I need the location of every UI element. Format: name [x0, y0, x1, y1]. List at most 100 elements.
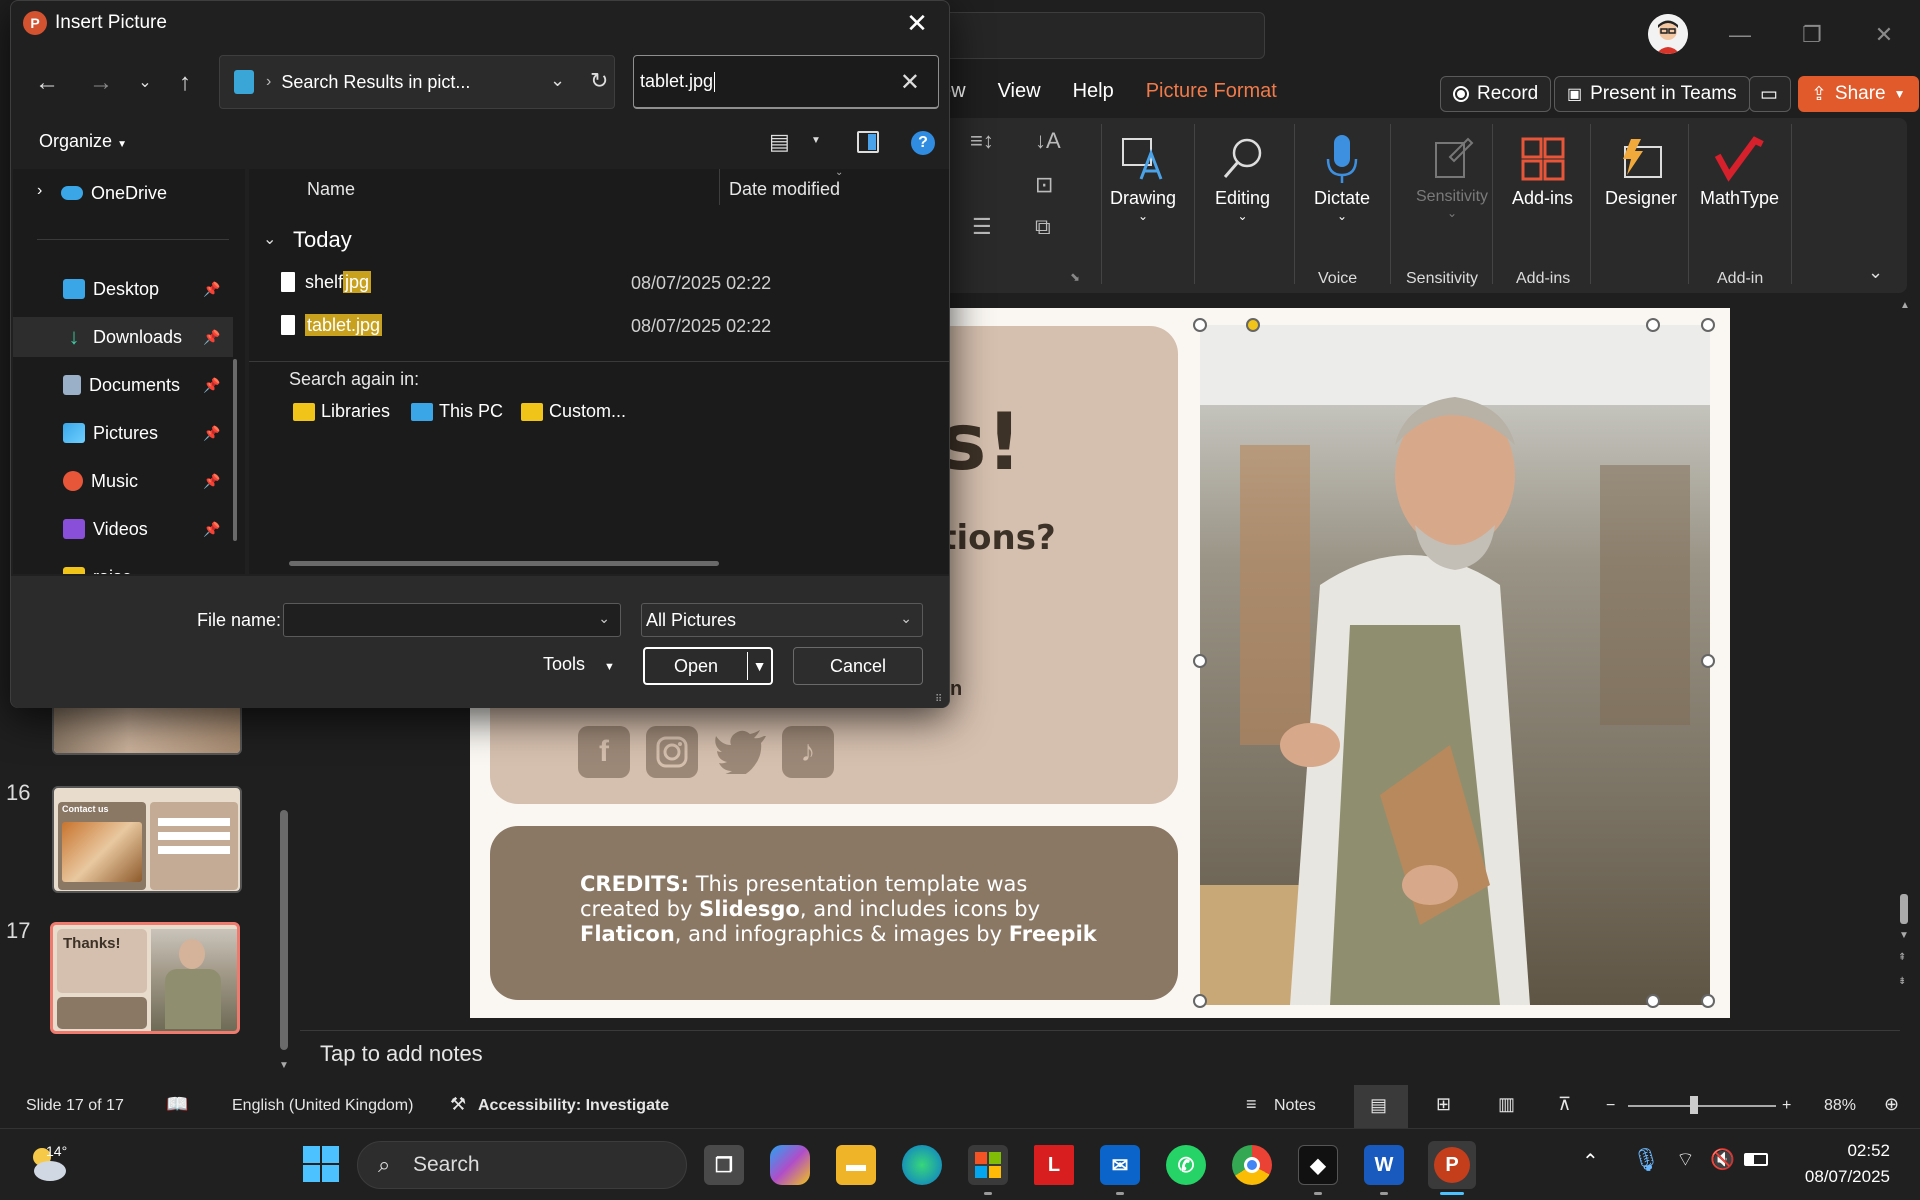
pin-icon[interactable]: 📌 [203, 521, 220, 538]
resize-handle[interactable] [1701, 318, 1715, 332]
recent-locations-icon[interactable]: ⌄ [129, 67, 161, 99]
search-again-custom[interactable]: Custom... [521, 401, 626, 422]
file-row[interactable]: tablet.jpg 08/07/2025 02:22 [269, 306, 929, 344]
pin-icon[interactable]: 📌 [203, 281, 220, 298]
clear-search-icon[interactable]: ✕ [900, 68, 920, 97]
designer-button[interactable]: Designer [1605, 130, 1677, 209]
slide-scrollbar[interactable]: ▲ ▼ ⇞ ⇟ [1896, 300, 1912, 1020]
smartart-icon[interactable]: ⧉ [1035, 214, 1051, 240]
notes-toggle[interactable]: Notes [1274, 1097, 1316, 1115]
chevron-down-icon[interactable]: ⌄ [900, 610, 912, 627]
editing-button[interactable]: Editing ⌄ [1215, 130, 1270, 223]
store-icon[interactable] [968, 1145, 1008, 1185]
dictate-button[interactable]: Dictate ⌄ [1314, 130, 1370, 223]
zoom-in-icon[interactable]: + [1782, 1097, 1791, 1115]
pin-icon[interactable]: 📌 [203, 377, 220, 394]
tab-help[interactable]: Help [1073, 80, 1114, 112]
whatsapp-icon[interactable]: ✆ [1166, 1145, 1206, 1185]
horizontal-scrollbar[interactable] [289, 561, 719, 566]
up-folder-icon[interactable]: ↑ [169, 67, 201, 99]
slide-sorter-icon[interactable]: ⊞ [1436, 1094, 1451, 1115]
nav-item-videos[interactable]: Videos 📌 [13, 509, 233, 549]
chevron-up-icon[interactable]: ⌃ [1582, 1149, 1599, 1174]
nav-item-onedrive[interactable]: › OneDrive [13, 173, 233, 213]
avatar[interactable] [1648, 14, 1688, 54]
chrome-icon[interactable] [1232, 1145, 1272, 1185]
cancel-button[interactable]: Cancel [793, 647, 923, 685]
slide-thumbnail-17[interactable]: Thanks! [50, 922, 240, 1034]
scroll-down-icon[interactable]: ▼ [279, 1060, 289, 1071]
file-row[interactable]: shelf jpg 08/07/2025 02:22 [269, 263, 929, 301]
accessibility-status[interactable]: Accessibility: Investigate [478, 1097, 669, 1115]
open-dropdown-icon[interactable]: ▼ [748, 658, 771, 674]
nav-item-documents[interactable]: Documents 📌 [13, 365, 233, 405]
resize-grip-icon[interactable]: ⠿ [935, 694, 942, 705]
resize-handle[interactable] [1193, 654, 1207, 668]
view-dropdown-icon[interactable]: ▼ [811, 135, 821, 146]
search-again-libraries[interactable]: Libraries [293, 401, 390, 422]
resize-handle[interactable] [1646, 318, 1660, 332]
dialog-launcher-icon[interactable]: ⬊ [1070, 270, 1080, 284]
resize-handle[interactable] [1646, 994, 1660, 1008]
slide-thumbnail-16[interactable]: Contact us [52, 786, 242, 893]
present-in-teams-button[interactable]: ▣ Present in Teams [1554, 76, 1750, 112]
collapse-ribbon-icon[interactable]: ⌄ [1868, 262, 1883, 283]
tab-picture-format[interactable]: Picture Format [1146, 80, 1277, 112]
chevron-down-icon[interactable]: ⌄ [550, 70, 565, 91]
organize-button[interactable]: Organize ▼ [39, 131, 127, 152]
slideshow-icon[interactable]: ⊼ [1558, 1094, 1571, 1115]
resize-handle[interactable] [1701, 994, 1715, 1008]
slide-photo[interactable] [1200, 325, 1710, 1005]
normal-view-button[interactable]: ▤ [1354, 1085, 1408, 1128]
line-spacing-icon[interactable]: ≡↕ [970, 128, 994, 154]
file-explorer-icon[interactable]: ▬ [836, 1145, 876, 1185]
tools-button[interactable]: Tools ▼ [543, 654, 615, 675]
address-bar[interactable]: › Search Results in pict... ⌄ ↻ [219, 55, 615, 109]
notes-icon[interactable]: ≡ [1246, 1094, 1257, 1115]
file-name-input[interactable]: ⌄ [283, 603, 621, 637]
resize-handle[interactable] [1701, 654, 1715, 668]
forward-icon[interactable]: → [85, 67, 117, 99]
reading-view-icon[interactable]: ▥ [1498, 1094, 1515, 1115]
resize-handle[interactable] [1193, 318, 1207, 332]
nav-item-pictures[interactable]: Pictures 📌 [13, 413, 233, 453]
volume-muted-icon[interactable]: 🔇 [1710, 1147, 1735, 1172]
drawing-button[interactable]: Drawing ⌄ [1110, 130, 1176, 223]
app-icon[interactable]: ◆ [1298, 1145, 1338, 1185]
clock-time[interactable]: 02:52 [1810, 1141, 1890, 1161]
breadcrumb[interactable]: Search Results in pict... [281, 72, 470, 93]
record-button[interactable]: Record [1440, 76, 1552, 112]
addins-button[interactable]: Add-ins [1512, 130, 1573, 209]
nav-item-downloads[interactable]: ↓ Downloads 📌 [13, 317, 233, 357]
edge-icon[interactable] [902, 1145, 942, 1185]
zoom-out-icon[interactable]: − [1606, 1097, 1615, 1115]
open-button[interactable]: Open ▼ [643, 647, 773, 685]
align-text-icon[interactable]: ⊡ [1035, 172, 1053, 198]
copilot-icon[interactable] [770, 1145, 810, 1185]
ppt-search-box[interactable] [940, 12, 1265, 59]
sensitivity-button[interactable]: Sensitivity ⌄ [1416, 130, 1488, 220]
comments-button[interactable]: ▭ [1749, 76, 1791, 112]
restore-icon[interactable]: ❐ [1792, 18, 1832, 52]
search-input[interactable]: tablet.jpg ✕ [633, 55, 939, 109]
zoom-level[interactable]: 88% [1824, 1097, 1856, 1115]
zoom-thumb[interactable] [1690, 1096, 1698, 1114]
start-icon[interactable] [302, 1145, 340, 1183]
powerpoint-taskbar-icon[interactable]: P [1428, 1141, 1476, 1189]
pin-icon[interactable]: 📌 [203, 329, 220, 346]
adjust-handle[interactable] [1246, 318, 1260, 332]
refresh-icon[interactable]: ↻ [590, 68, 608, 94]
column-header-name[interactable]: Name [307, 179, 355, 200]
clock-date[interactable]: 08/07/2025 [1790, 1167, 1890, 1187]
language-indicator[interactable]: English (United Kingdom) [232, 1097, 413, 1115]
nav-scrollbar[interactable] [233, 359, 237, 541]
view-options-icon[interactable]: ▤ [769, 129, 790, 155]
column-header-date[interactable]: Date modified [729, 179, 840, 200]
group-header-today[interactable]: Today [293, 227, 352, 253]
battery-icon[interactable] [1744, 1153, 1768, 1166]
spelling-check-icon[interactable]: 📖 [166, 1094, 188, 1115]
pin-icon[interactable]: 📌 [203, 473, 220, 490]
help-icon[interactable]: ? [911, 131, 935, 155]
pin-icon[interactable]: 📌 [203, 425, 220, 442]
close-icon[interactable]: ✕ [899, 7, 935, 39]
